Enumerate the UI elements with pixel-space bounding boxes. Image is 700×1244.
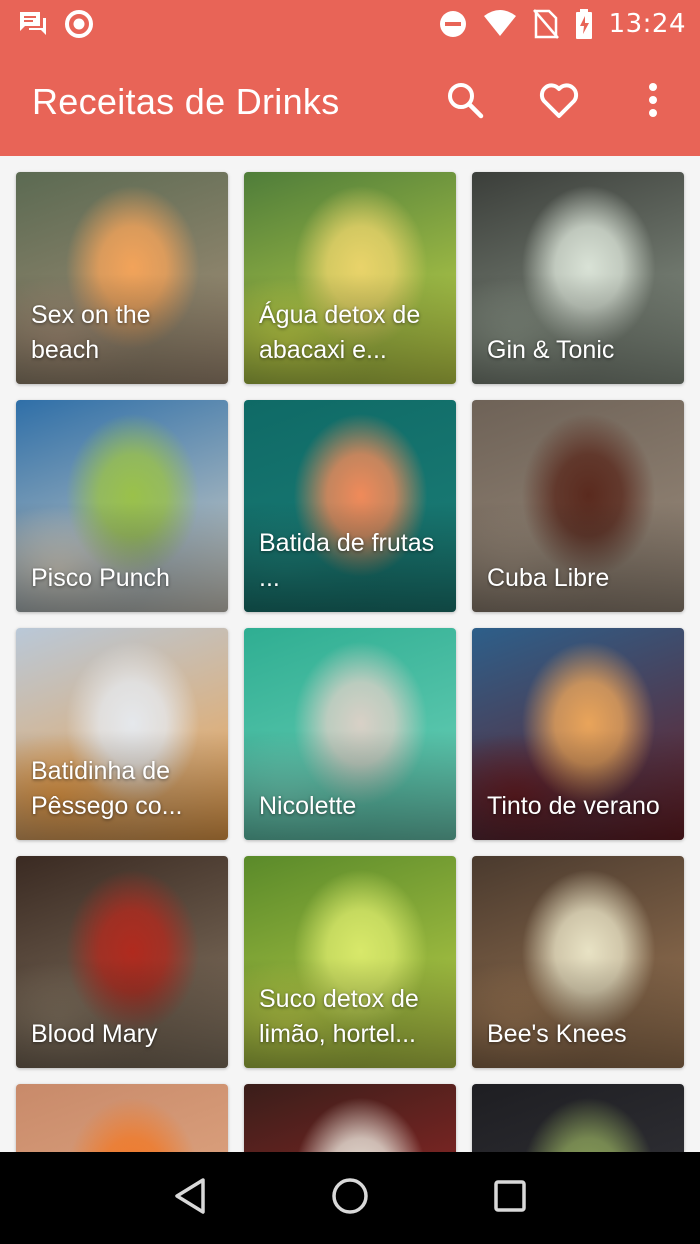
do-not-disturb-icon (439, 10, 467, 38)
drink-image (16, 1084, 228, 1152)
home-button[interactable] (310, 1158, 390, 1238)
heart-icon (538, 81, 580, 124)
drink-card[interactable]: Blood Mary (16, 856, 228, 1068)
drink-card[interactable]: Gin & Tonic (472, 172, 684, 384)
chat-notification-icon (18, 10, 48, 38)
recents-icon (493, 1179, 527, 1218)
favorites-button[interactable] (512, 48, 606, 156)
back-button[interactable] (150, 1158, 230, 1238)
drink-name: Tinto de verano (487, 792, 660, 820)
search-button[interactable] (418, 48, 512, 156)
drink-card[interactable]: Bee's Knees (472, 856, 684, 1068)
no-sim-icon (532, 9, 559, 39)
recents-button[interactable] (470, 1158, 550, 1238)
drink-name: Nicolette (259, 792, 357, 820)
status-bar: 13:24 (0, 0, 700, 48)
drink-card[interactable]: Nicolette (244, 628, 456, 840)
drink-name: Batida de frutas ... (259, 529, 435, 592)
drink-card[interactable]: Batida de frutas ... (244, 400, 456, 612)
circle-notification-icon (64, 9, 94, 39)
status-time: 13:24 (608, 9, 686, 39)
drink-card[interactable]: Suco detox de limão, hortel... (244, 856, 456, 1068)
app-title: Receitas de Drinks (32, 81, 340, 122)
overflow-menu-button[interactable] (606, 48, 700, 156)
navigation-bar (0, 1152, 700, 1244)
drink-image (472, 1084, 684, 1152)
drink-card[interactable]: Batidinha de Pêssego co... (16, 628, 228, 840)
drink-card[interactable]: Tinto de verano (472, 628, 684, 840)
drink-card[interactable] (244, 1084, 456, 1152)
drink-name: Suco detox de limão, hortel... (259, 985, 419, 1048)
drink-card[interactable]: Cuba Libre (472, 400, 684, 612)
drink-name: Cuba Libre (487, 564, 610, 592)
drink-name: Pisco Punch (31, 564, 170, 592)
drink-card[interactable] (16, 1084, 228, 1152)
drink-card[interactable]: Água detox de abacaxi e... (244, 172, 456, 384)
drink-name: Sex on the beach (31, 301, 151, 364)
drink-name: Água detox de abacaxi e... (259, 301, 421, 364)
drink-name: Bee's Knees (487, 1020, 627, 1048)
drink-name: Gin & Tonic (487, 336, 615, 364)
drink-card[interactable]: Sex on the beach (16, 172, 228, 384)
drink-name: Blood Mary (31, 1020, 158, 1048)
more-vert-icon (648, 82, 658, 123)
drinks-grid: Sex on the beach Água detox de abacaxi e.… (0, 156, 700, 1152)
back-icon (173, 1177, 207, 1220)
drink-name: Batidinha de Pêssego co... (31, 757, 183, 820)
battery-charging-icon (575, 9, 593, 39)
search-icon (446, 81, 484, 124)
app-bar: Receitas de Drinks (0, 48, 700, 156)
home-icon (331, 1177, 369, 1220)
wifi-icon (483, 10, 517, 38)
drink-image (244, 1084, 456, 1152)
drink-card[interactable] (472, 1084, 684, 1152)
drink-card[interactable]: Pisco Punch (16, 400, 228, 612)
